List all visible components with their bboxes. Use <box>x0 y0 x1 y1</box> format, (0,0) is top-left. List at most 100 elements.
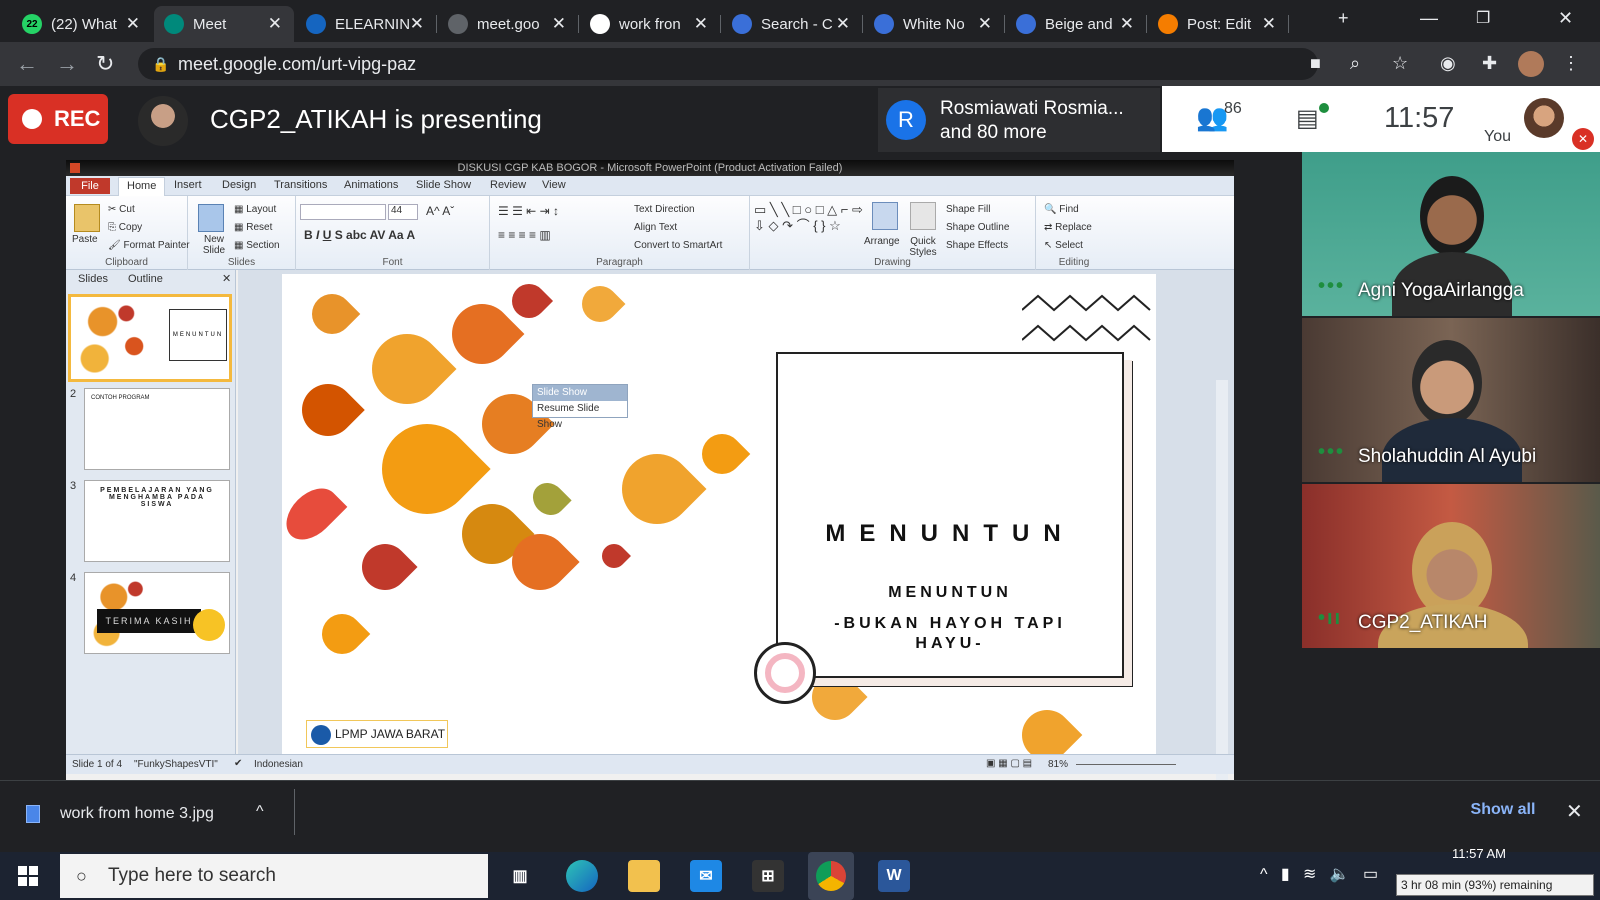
browser-tab[interactable]: Search - C ✕ <box>722 6 863 42</box>
shape-fill-button[interactable]: Shape Fill <box>946 204 990 215</box>
arrange-icon[interactable] <box>872 202 898 230</box>
grow-font-icon[interactable]: A^ Aˇ <box>426 204 454 218</box>
slides-tab[interactable]: Slides <box>78 273 108 285</box>
word-icon[interactable]: W <box>878 860 910 892</box>
align-buttons[interactable]: ≡ ≡ ≡ ≡ ▥ <box>498 228 551 242</box>
restore-icon[interactable]: ❐ <box>1476 8 1490 28</box>
ppt-tab-insert[interactable]: Insert <box>174 179 202 191</box>
extensions-puzzle-icon[interactable]: ✚ <box>1482 53 1497 74</box>
list-buttons[interactable]: ☰ ☰ ⇤ ⇥ ↕ <box>498 204 559 218</box>
ppt-tab-view[interactable]: View <box>542 179 566 191</box>
zoom-icon[interactable]: ⌕ <box>1350 53 1360 74</box>
windows-start-icon[interactable] <box>18 866 38 886</box>
new-slide-icon[interactable] <box>198 204 224 232</box>
text-direction-button[interactable]: Text Direction <box>634 204 695 215</box>
close-panel-icon[interactable]: ✕ <box>222 272 231 285</box>
paste-button[interactable]: Paste <box>72 234 98 245</box>
ppt-tab-file[interactable]: File <box>70 178 110 194</box>
close-tab-icon[interactable]: ✕ <box>126 14 140 34</box>
chat-icon[interactable]: ▤ <box>1296 104 1319 133</box>
quick-styles-button[interactable]: Quick Styles <box>906 236 940 258</box>
minimize-icon[interactable]: — <box>1420 8 1438 29</box>
ppt-tab-transitions[interactable]: Transitions <box>274 179 327 191</box>
close-tab-icon[interactable]: ✕ <box>268 14 282 34</box>
self-avatar[interactable] <box>1524 98 1564 138</box>
new-slide-button[interactable]: New Slide <box>194 234 234 256</box>
store-icon[interactable]: ⊞ <box>752 860 784 892</box>
participant-tile-1[interactable]: ••• Agni YogaAirlangga <box>1302 152 1600 316</box>
close-tab-icon[interactable]: ✕ <box>410 14 424 34</box>
cut-button[interactable]: ✂ Cut <box>108 204 135 215</box>
chevron-up-icon[interactable]: ^ <box>256 803 264 821</box>
outline-tab[interactable]: Outline <box>128 273 163 285</box>
reset-button[interactable]: ▦ Reset <box>234 222 272 233</box>
close-tab-icon[interactable]: ✕ <box>978 14 992 34</box>
ppt-tab-slide-show[interactable]: Slide Show <box>416 179 471 191</box>
view-buttons[interactable]: ▣ ▦ ▢ ▤ <box>986 758 1032 769</box>
reload-icon[interactable]: ↻ <box>96 51 114 77</box>
format-painter-button[interactable]: 🖌 Format Painter <box>108 240 190 251</box>
chrome-icon[interactable] <box>808 852 854 900</box>
slide-1[interactable]: MENUNTUN MENUNTUN -BUKAN HAYOH TAPI HAYU… <box>282 274 1156 754</box>
browser-tab[interactable]: work fron ✕ <box>580 6 721 42</box>
browser-tab[interactable]: Post: Edit ✕ <box>1148 6 1289 42</box>
close-tab-icon[interactable]: ✕ <box>1262 14 1276 34</box>
system-tray[interactable]: ^ ▮ ≋ 🔈 ▭ <box>1260 864 1378 884</box>
replace-button[interactable]: ⇄ Replace <box>1044 222 1092 233</box>
shape-effects-button[interactable]: Shape Effects <box>946 240 1008 251</box>
font-size-input[interactable]: 44 <box>388 204 418 220</box>
ppt-tab-home[interactable]: Home <box>118 177 166 196</box>
edge-icon[interactable] <box>566 860 598 892</box>
profile-avatar[interactable] <box>1518 51 1544 77</box>
font-family-input[interactable] <box>300 204 386 220</box>
select-button[interactable]: ↖ Select <box>1044 240 1083 251</box>
arrange-button[interactable]: Arrange <box>864 236 900 247</box>
find-button[interactable]: 🔍 Find <box>1044 204 1079 215</box>
back-icon[interactable]: ← <box>16 51 38 77</box>
quick-styles-icon[interactable] <box>910 202 936 230</box>
close-tab-icon[interactable]: ✕ <box>836 14 850 34</box>
shapes-gallery[interactable]: ▭ ╲ ╲ □ ○ □ △ ⌐ ⇨ ⇩ ◇ ↷ ⌒ { } ☆ <box>754 202 864 234</box>
paste-icon[interactable] <box>74 204 100 232</box>
slideshow-menu[interactable]: Slide Show Resume Slide Show <box>532 384 628 430</box>
zoom-slider[interactable] <box>1076 764 1176 765</box>
close-window-icon[interactable]: ✕ <box>1558 8 1573 29</box>
forward-icon[interactable]: → <box>56 51 78 77</box>
ppt-tab-animations[interactable]: Animations <box>344 179 398 191</box>
slide-thumbnail-1[interactable]: MENUNTUN <box>68 294 232 382</box>
close-tab-icon[interactable]: ✕ <box>694 14 708 34</box>
spellcheck-icon[interactable]: ✔ <box>234 758 242 769</box>
copy-button[interactable]: ⎘ Copy <box>108 222 142 233</box>
close-downloads-icon[interactable]: ✕ <box>1566 799 1583 824</box>
taskbar-clock[interactable]: 11:57 AM <box>1452 846 1506 861</box>
ppt-tab-review[interactable]: Review <box>490 179 526 191</box>
taskbar-search[interactable]: ○ Type here to search <box>60 854 488 898</box>
slide-thumbnail-2[interactable]: CONTOH PROGRAM <box>84 388 230 470</box>
browser-tab[interactable]: meet.goo ✕ <box>438 6 579 42</box>
font-format-buttons[interactable]: B I U S abc AV Aa A <box>304 228 415 242</box>
browser-tab[interactable]: 22 (22) What ✕ <box>12 6 152 42</box>
participant-tile-3[interactable]: •ıı CGP2_ATIKAH <box>1302 484 1600 648</box>
section-button[interactable]: ▦ Section <box>234 240 280 251</box>
participant-tile-2[interactable]: ••• Sholahuddin Al Ayubi <box>1302 318 1600 482</box>
download-filename[interactable]: work from home 3.jpg <box>60 805 214 823</box>
bookmark-star-icon[interactable]: ☆ <box>1392 53 1408 74</box>
browser-tab[interactable]: Meet ✕ <box>154 6 294 42</box>
slide-thumbnail-4[interactable]: TERIMA KASIH <box>84 572 230 654</box>
resume-slideshow-item[interactable]: Resume Slide Show <box>533 401 627 433</box>
shape-outline-button[interactable]: Shape Outline <box>946 222 1009 233</box>
join-notification[interactable]: R Rosmiawati Rosmia... and 80 more <box>878 88 1160 152</box>
align-text-button[interactable]: Align Text <box>634 222 677 233</box>
title-card[interactable]: MENUNTUN MENUNTUN -BUKAN HAYOH TAPI HAYU… <box>776 352 1124 678</box>
ppt-tab-design[interactable]: Design <box>222 179 256 191</box>
recording-indicator[interactable]: REC <box>8 94 108 144</box>
extension-circle-icon[interactable]: ◉ <box>1440 53 1456 74</box>
task-view-icon[interactable]: ▥ <box>504 860 536 892</box>
close-tab-icon[interactable]: ✕ <box>1120 14 1134 34</box>
file-explorer-icon[interactable] <box>628 860 660 892</box>
url-bar[interactable]: 🔒 meet.google.com/urt-vipg-paz <box>138 48 1318 80</box>
vertical-scrollbar[interactable] <box>1216 380 1228 780</box>
browser-tab[interactable]: ELEARNIN ✕ <box>296 6 437 42</box>
mail-icon[interactable]: ✉ <box>690 860 722 892</box>
convert-smartart-button[interactable]: Convert to SmartArt <box>634 240 722 251</box>
